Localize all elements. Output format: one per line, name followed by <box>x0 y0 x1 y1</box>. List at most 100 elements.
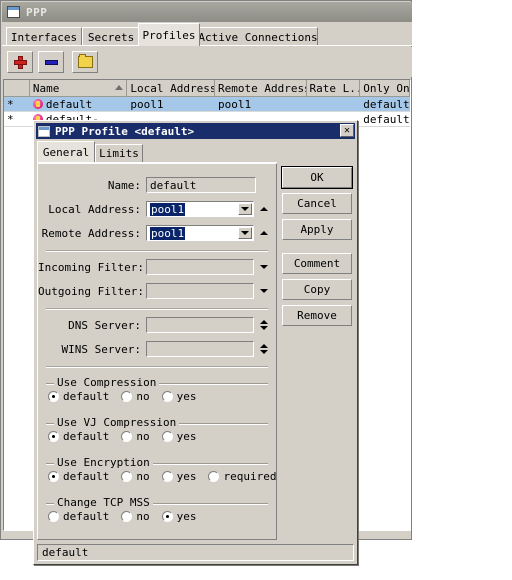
form-divider <box>46 366 268 368</box>
radio-mss-yes[interactable]: yes <box>161 510 197 523</box>
dns-server-stepper[interactable] <box>258 317 269 333</box>
name-label: Name: <box>107 178 141 192</box>
radio-encryption-required-label: required <box>223 470 277 483</box>
radio-icon <box>208 471 220 482</box>
radio-vj-yes[interactable]: yes <box>161 430 196 443</box>
radio-mss-yes-label: yes <box>176 510 197 523</box>
remote-address-expand-icon[interactable] <box>258 225 269 241</box>
radio-icon <box>48 431 59 442</box>
ok-button[interactable]: OK <box>281 166 353 189</box>
radio-encryption-default[interactable]: default <box>48 470 109 483</box>
radio-mss-default-label: default <box>63 510 110 523</box>
radio-icon <box>161 471 173 482</box>
radio-mss-default[interactable]: default <box>48 510 109 523</box>
radio-icon <box>121 511 133 522</box>
outgoing-filter-dropdown-icon[interactable] <box>258 283 269 299</box>
column-header-local-address[interactable]: Local Address <box>127 80 215 96</box>
close-icon[interactable]: ✕ <box>340 124 354 137</box>
tab-general-label: General <box>42 145 90 159</box>
ppp-window-titlebar[interactable]: PPP <box>2 2 412 22</box>
local-address-expand-icon[interactable] <box>258 201 269 217</box>
radio-compression-yes[interactable]: yes <box>161 390 197 403</box>
use-vj-compression-title: Use VJ Compression <box>54 416 180 429</box>
use-encryption-group: Use Encryption default no yes required <box>46 456 276 491</box>
tab-profiles-label: Profiles <box>142 28 196 42</box>
remote-address-label: Remote Address: <box>41 226 141 240</box>
radio-icon <box>121 391 133 402</box>
radio-mss-no[interactable]: no <box>121 510 150 523</box>
wins-server-stepper[interactable] <box>258 341 269 357</box>
column-header-flags[interactable] <box>4 80 30 96</box>
comment-button[interactable] <box>72 51 98 73</box>
radio-compression-no[interactable]: no <box>121 390 150 403</box>
tab-secrets[interactable]: Secrets <box>82 27 140 46</box>
row-local-address: pool1 <box>130 97 164 111</box>
radio-icon <box>161 431 173 442</box>
column-header-rate-limit[interactable]: Rate L... <box>306 80 361 96</box>
tab-limits-label: Limits <box>99 147 139 160</box>
tabstrip-divider <box>2 45 412 46</box>
incoming-filter-dropdown-icon[interactable] <box>258 259 269 275</box>
cancel-button[interactable]: Cancel <box>282 193 352 214</box>
radio-compression-default[interactable]: default <box>48 390 109 403</box>
dialog-titlebar[interactable]: PPP Profile <default> ✕ <box>36 123 355 139</box>
dns-server-field[interactable] <box>146 317 254 333</box>
radio-encryption-no[interactable]: no <box>121 470 150 483</box>
tab-interfaces[interactable]: Interfaces <box>6 27 82 46</box>
change-tcp-mss-options: default no yes <box>48 510 208 523</box>
tab-active-connections[interactable]: Active Connections <box>198 27 318 46</box>
radio-vj-default[interactable]: default <box>48 430 109 443</box>
apply-button[interactable]: Apply <box>282 219 352 240</box>
form-divider <box>46 250 268 252</box>
sort-ascending-icon <box>115 85 124 90</box>
radio-vj-no-label: no <box>136 430 150 443</box>
copy-button[interactable]: Copy <box>282 279 352 300</box>
tab-interfaces-label: Interfaces <box>10 30 78 44</box>
radio-compression-default-label: default <box>63 390 110 403</box>
wins-server-field[interactable] <box>146 341 254 357</box>
column-header-local-address-label: Local Address <box>130 81 215 95</box>
local-address-value: pool1 <box>150 202 186 216</box>
comment-button[interactable]: Comment <box>282 253 352 274</box>
row-flag: * <box>7 97 14 111</box>
local-address-label: Local Address: <box>48 202 141 216</box>
tab-general[interactable]: General <box>37 141 95 162</box>
radio-encryption-yes[interactable]: yes <box>161 470 196 483</box>
radio-mss-no-label: no <box>136 510 150 523</box>
name-row: Name: default <box>38 176 256 194</box>
column-header-remote-address-label: Remote Address <box>217 81 307 95</box>
profile-icon <box>32 99 43 109</box>
radio-vj-no[interactable]: no <box>121 430 150 443</box>
remove-button[interactable]: Remove <box>282 305 352 326</box>
tab-limits[interactable]: Limits <box>95 144 143 162</box>
remove-button[interactable] <box>38 51 64 73</box>
remote-address-field[interactable]: pool1 <box>146 225 254 241</box>
incoming-filter-field[interactable] <box>146 259 254 275</box>
form-divider <box>46 308 268 310</box>
dialog-status-bar: default <box>37 544 354 561</box>
add-button[interactable] <box>7 51 33 73</box>
wins-server-row: WINS Server: <box>38 340 269 358</box>
table-row[interactable]: * default pool1 pool1 default <box>4 97 410 111</box>
local-address-row: Local Address: pool1 <box>38 200 269 218</box>
radio-encryption-required[interactable]: required <box>208 470 276 483</box>
use-encryption-title: Use Encryption <box>54 456 153 469</box>
outgoing-filter-field[interactable] <box>146 283 254 299</box>
name-field[interactable]: default <box>146 177 256 193</box>
dns-server-row: DNS Server: <box>38 316 269 334</box>
radio-compression-yes-label: yes <box>176 390 197 403</box>
row-remote-address: pool1 <box>217 97 252 111</box>
radio-icon <box>121 431 133 442</box>
column-header-rate-limit-label: Rate L... <box>309 81 360 95</box>
local-address-field[interactable]: pool1 <box>146 201 254 217</box>
row-rate-limit <box>307 97 361 111</box>
outgoing-filter-row: Outgoing Filter: <box>38 282 269 300</box>
radio-icon <box>48 471 59 482</box>
column-header-name[interactable]: Name <box>29 80 128 96</box>
chevron-down-icon[interactable] <box>238 203 252 215</box>
column-header-remote-address[interactable]: Remote Address <box>214 80 307 96</box>
column-header-only-one[interactable]: Only One <box>360 80 410 96</box>
tab-profiles[interactable]: Profiles <box>138 23 200 46</box>
chevron-down-icon[interactable] <box>238 227 252 239</box>
tab-secrets-label: Secrets <box>87 30 135 44</box>
